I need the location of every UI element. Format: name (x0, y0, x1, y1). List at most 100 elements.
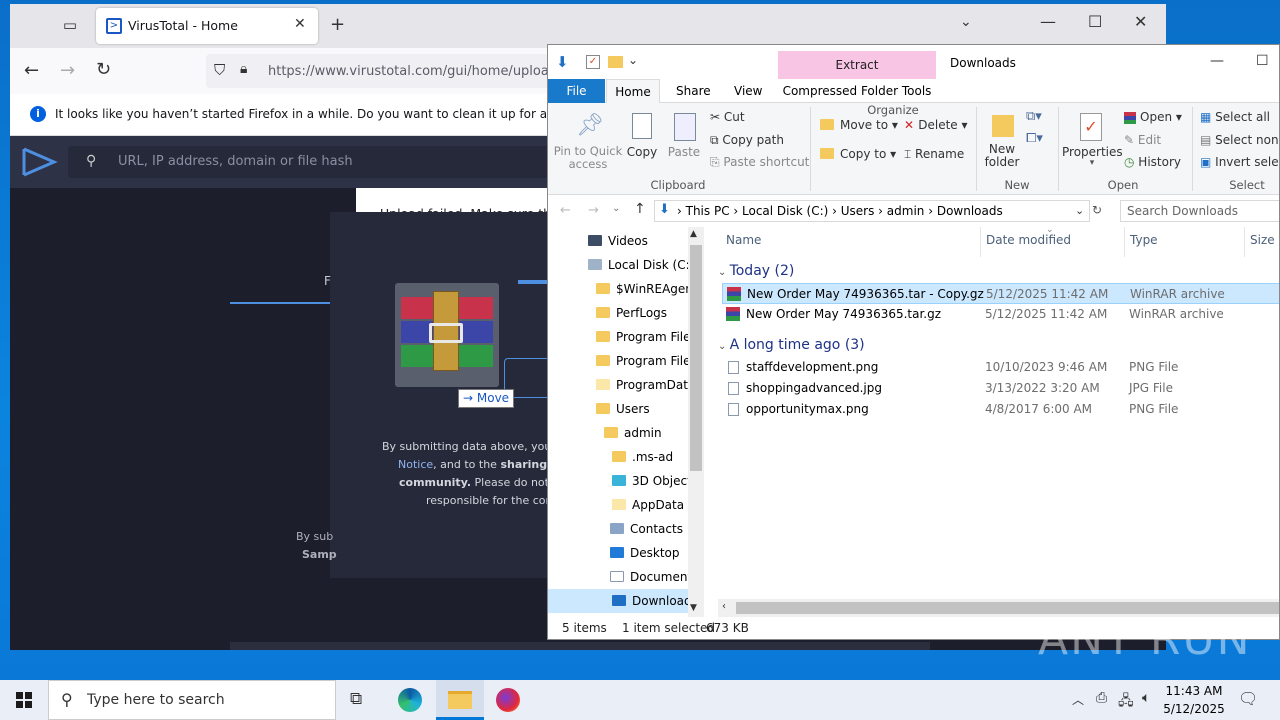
forward-icon[interactable]: → (588, 203, 599, 218)
file-row[interactable]: New Order May 74936365.tar.gz 5/12/2025 … (722, 304, 1279, 325)
scroll-down-icon[interactable]: ▼ (690, 603, 697, 613)
rename-button[interactable]: ⌶ Rename (904, 147, 964, 162)
address-bar[interactable]: ⬇ › This PC › Local Disk (C:) › Users › … (654, 200, 1090, 222)
copy-to-button[interactable]: Copy to ▾ (820, 147, 896, 161)
open-button[interactable]: Open ▾ (1124, 110, 1182, 124)
volume-icon[interactable]: 🔈︎ (1142, 690, 1150, 706)
tab-home[interactable]: Home (606, 79, 660, 104)
crumb-this-pc[interactable]: This PC (686, 204, 730, 218)
url-bar[interactable]: ⛉ 🔒︎ https://www.virustotal.com/gui/home… (206, 54, 557, 88)
close-window-icon[interactable]: ✕ (1134, 12, 1147, 31)
minimize-icon[interactable]: — (1210, 53, 1224, 69)
explorer-taskbar-button[interactable] (436, 680, 484, 720)
privacy-notice-link[interactable]: Notice (398, 458, 433, 471)
reload-icon[interactable]: ↻ (96, 59, 111, 80)
nav-item[interactable]: .ms-ad (548, 445, 698, 469)
file-row-selected[interactable]: New Order May 74936365.tar - Copy.gz 5/1… (722, 283, 1279, 304)
invert-selection-button[interactable]: ▣ Invert select (1200, 155, 1279, 169)
move-to-button[interactable]: Move to ▾ (820, 118, 898, 132)
device-icon[interactable]: ⎙ (1096, 690, 1107, 706)
back-icon[interactable]: ← (24, 60, 39, 81)
firefox-icon[interactable] (496, 688, 520, 712)
paste-button[interactable]: Paste (664, 107, 704, 167)
nav-item[interactable]: Desktop (548, 541, 698, 565)
nav-scrollbar-thumb[interactable] (690, 245, 702, 471)
notifications-icon[interactable]: 🗨︎ (1238, 689, 1258, 708)
lock-icon[interactable]: 🔒︎ (240, 61, 247, 77)
properties-quick-icon[interactable]: ✓ (586, 55, 600, 69)
tab-view[interactable]: View (734, 84, 762, 98)
refresh-icon[interactable]: ↻ (1092, 203, 1102, 217)
nav-item[interactable]: Documents (548, 565, 698, 589)
column-date-modified[interactable]: Date modified (986, 233, 1071, 247)
cut-button[interactable]: ✂︎ Cut (710, 110, 745, 124)
clock-time[interactable]: 11:43 AM (1162, 684, 1226, 698)
tab-share[interactable]: Share (676, 84, 711, 98)
virustotal-logo-icon[interactable] (20, 145, 58, 179)
close-tab-icon[interactable]: ✕ (294, 16, 306, 32)
crumb-users[interactable]: Users (841, 204, 875, 218)
file-row[interactable]: shoppingadvanced.jpg 3/13/2022 3:20 AM J… (722, 378, 1279, 399)
tab-virustotal[interactable]: > VirusTotal - Home ✕ (96, 8, 318, 44)
nav-item[interactable]: ProgramData (548, 373, 698, 397)
easy-access-icon[interactable]: ⧠▾ (1026, 131, 1043, 146)
explorer-search-input[interactable]: Search Downloads (1120, 200, 1279, 222)
column-size[interactable]: Size (1250, 233, 1275, 247)
tab-file[interactable]: File (548, 79, 605, 103)
windows-start-icon[interactable] (16, 692, 32, 708)
maximize-icon[interactable]: ☐ (1088, 12, 1102, 31)
copy-path-button[interactable]: ⧉ Copy path (710, 133, 784, 148)
new-folder-quick-icon[interactable] (608, 56, 623, 68)
column-name[interactable]: Name (726, 233, 761, 247)
select-all-button[interactable]: ▦ Select all (1200, 110, 1270, 124)
nav-item[interactable]: AppData (548, 493, 698, 517)
crumb-admin[interactable]: admin (887, 204, 925, 218)
nav-item[interactable]: PerfLogs (548, 301, 698, 325)
forward-icon[interactable]: → (60, 60, 75, 81)
column-type[interactable]: Type (1130, 233, 1158, 247)
address-dropdown-chevron-down-icon[interactable]: ⌄ (1075, 204, 1084, 217)
nav-item[interactable]: Contacts (548, 517, 698, 541)
file-row[interactable]: opportunitymax.png 4/8/2017 6:00 AM PNG … (722, 399, 1279, 420)
show-hidden-icons-chevron-up-icon[interactable]: ︿ (1072, 691, 1084, 708)
tab-list-chevron-down-icon[interactable]: ⌄ (960, 14, 972, 30)
new-folder-button[interactable]: New folder (982, 107, 1022, 173)
edge-icon[interactable] (398, 688, 422, 712)
vt-search-input[interactable]: ⚲ URL, IP address, domain or file hash (68, 146, 558, 178)
nav-item[interactable]: Local Disk (C:) (548, 253, 698, 277)
tab-compressed-folder-tools[interactable]: Compressed Folder Tools (778, 79, 936, 103)
nav-item[interactable]: Videos (548, 229, 698, 253)
history-button[interactable]: ◷ History (1124, 155, 1181, 169)
crumb-downloads[interactable]: Downloads (937, 204, 1003, 218)
clock-date[interactable]: 5/12/2025 (1162, 702, 1226, 716)
crumb-local-disk[interactable]: Local Disk (C:) (742, 204, 828, 218)
scroll-left-icon[interactable]: ‹ (722, 601, 726, 612)
task-view-icon[interactable]: ⧉ (350, 689, 362, 709)
edit-button[interactable]: ✎ Edit (1124, 133, 1161, 147)
nav-scrollbar[interactable]: ▲ ▼ (688, 227, 704, 617)
shield-icon[interactable]: ⛉ (214, 61, 225, 79)
properties-button[interactable]: ✓ Properties ▾ (1062, 107, 1123, 173)
maximize-icon[interactable]: ☐ (1256, 53, 1269, 69)
copy-button[interactable]: Copy (622, 107, 662, 167)
new-tab-icon[interactable]: + (330, 14, 345, 35)
page-scrollbar[interactable] (230, 642, 930, 650)
url-text[interactable]: https://www.virustotal.com/gui/home/uplo… (268, 64, 557, 79)
pin-to-quick-access-button[interactable]: 📌︎ Pin to Quick access (554, 107, 623, 177)
customize-toolbar-icon[interactable]: ⌄ (628, 53, 638, 67)
group-header-today[interactable]: ⌄ Today (2) (718, 263, 794, 279)
new-item-icon[interactable]: ⧉▾ (1026, 109, 1042, 124)
taskbar-search-box[interactable]: ⚲ Type here to search (48, 680, 336, 720)
delete-button[interactable]: ✕ Delete ▾ (904, 118, 968, 132)
minimize-icon[interactable]: — (1040, 12, 1056, 31)
nav-item[interactable]: admin (548, 421, 698, 445)
horizontal-scrollbar-thumb[interactable] (736, 602, 1279, 614)
nav-item[interactable]: $WinREAgent (548, 277, 698, 301)
file-row[interactable]: staffdevelopment.png 10/10/2023 9:46 AM … (722, 357, 1279, 378)
nav-item[interactable]: Users (548, 397, 698, 421)
up-icon[interactable]: ↑ (634, 201, 646, 217)
nav-item[interactable]: Program Files (548, 349, 698, 373)
recent-locations-icon[interactable]: ⌄ (612, 203, 620, 214)
tab-overview-icon[interactable]: ▭ (60, 16, 80, 34)
scroll-up-icon[interactable]: ▲ (690, 229, 697, 239)
